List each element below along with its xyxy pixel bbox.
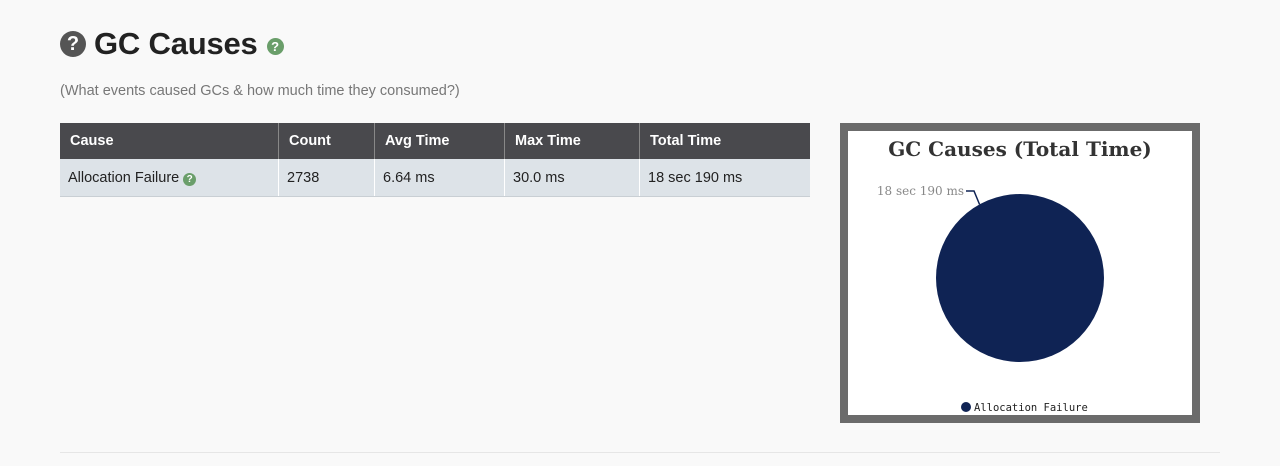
cell-max-time: 30.0 ms <box>504 159 640 197</box>
column-header-max-time: Max Time <box>504 123 640 159</box>
question-info-icon[interactable]: ? <box>183 172 197 186</box>
cell-count: 2738 <box>278 159 375 197</box>
pie-slice[interactable] <box>936 194 1104 362</box>
table-header-row: Cause Count Avg Time Max Time Total Time <box>60 123 810 159</box>
cell-total-time: 18 sec 190 ms <box>639 159 810 197</box>
cell-cause: Allocation Failure? <box>60 159 279 197</box>
column-header-count: Count <box>278 123 375 159</box>
column-header-avg-time: Avg Time <box>374 123 505 159</box>
page-subtitle: (What events caused GCs & how much time … <box>60 83 460 99</box>
page-title: GC Causes <box>94 26 258 61</box>
slice-data-label: 18 sec 190 ms <box>877 184 964 198</box>
table-row: Allocation Failure? 2738 6.64 ms 30.0 ms… <box>60 159 810 197</box>
legend-marker <box>961 402 971 412</box>
legend-item[interactable]: Allocation Failure <box>961 402 1088 414</box>
question-info-icon[interactable]: ? <box>266 38 284 55</box>
cause-label: Allocation Failure <box>68 169 180 186</box>
help-circle-icon[interactable]: ? <box>60 31 86 57</box>
legend-label: Allocation Failure <box>974 402 1088 414</box>
column-header-total-time: Total Time <box>639 123 810 159</box>
section-divider <box>60 452 1220 453</box>
gc-causes-table: Cause Count Avg Time Max Time Total Time… <box>60 123 810 197</box>
slice-leader-line <box>966 190 981 205</box>
pie-chart-panel: GC Causes (Total Time) 18 sec 190 ms Allo… <box>840 123 1200 423</box>
gc-causes-page: ? GC Causes ? (What events caused GCs & … <box>0 0 1280 466</box>
pie-chart: 18 sec 190 ms Allocation Failure <box>877 184 1104 414</box>
section-header: ? GC Causes ? <box>60 26 284 62</box>
column-header-cause: Cause <box>60 123 279 159</box>
cell-avg-time: 6.64 ms <box>374 159 505 197</box>
